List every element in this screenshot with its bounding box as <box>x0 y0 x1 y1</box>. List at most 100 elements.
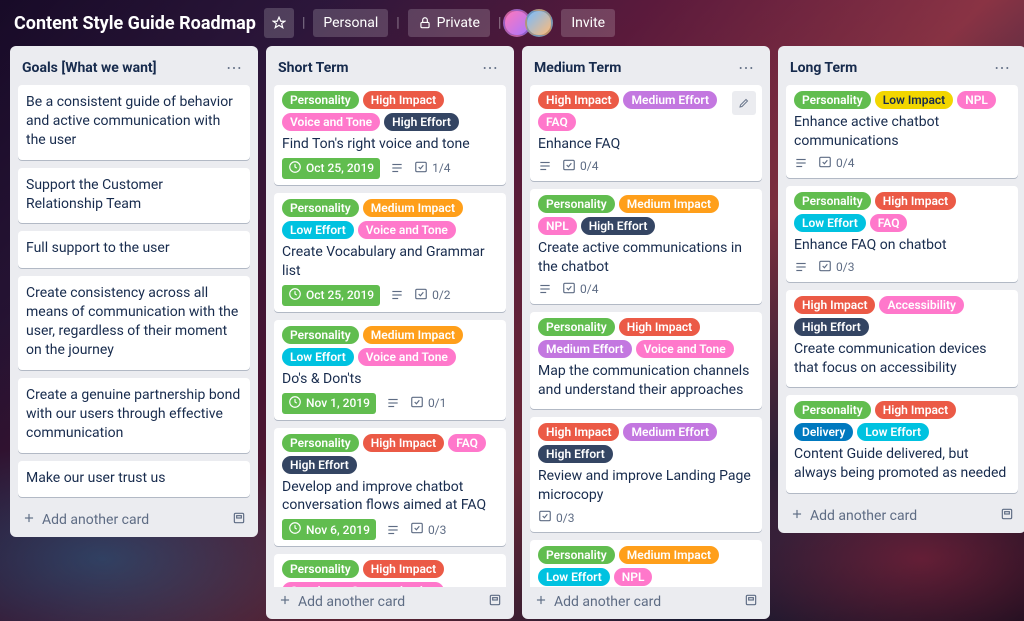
card[interactable]: High ImpactMedium EffortFAQEnhance FAQ0/… <box>530 85 762 181</box>
label[interactable]: Personality <box>538 546 615 564</box>
card[interactable]: PersonalityMedium ImpactNPLHigh EffortCr… <box>530 189 762 304</box>
label[interactable]: Medium Effort <box>623 91 717 109</box>
label[interactable]: Accessibility <box>879 296 964 314</box>
card[interactable]: Be a consistent guide of behavior and ac… <box>18 85 250 160</box>
label[interactable]: High Impact <box>875 401 956 419</box>
label[interactable]: High Impact <box>619 318 700 336</box>
list-menu-button[interactable]: ⋯ <box>734 56 758 79</box>
label[interactable]: High Impact <box>363 434 444 452</box>
label[interactable]: NPL <box>957 91 996 109</box>
label[interactable]: NPL <box>614 568 653 586</box>
label[interactable]: Voice and Tone <box>282 113 380 131</box>
label[interactable]: Voice and Tone <box>636 340 734 358</box>
add-card-button[interactable]: Add another card <box>22 511 149 529</box>
label[interactable]: Personality <box>794 401 871 419</box>
label[interactable]: High Effort <box>538 445 613 463</box>
label[interactable]: Low Effort <box>282 348 354 366</box>
card-template-button[interactable] <box>488 593 502 611</box>
list-menu-button[interactable]: ⋯ <box>222 56 246 79</box>
board-title[interactable]: Content Style Guide Roadmap <box>14 13 256 34</box>
card-template-button[interactable] <box>1000 507 1014 525</box>
edit-card-button[interactable] <box>732 91 756 115</box>
label[interactable]: Low Effort <box>857 423 929 441</box>
card[interactable]: PersonalityHigh ImpactFAQHigh EffortDeve… <box>274 428 506 547</box>
card[interactable]: Create consistency across all means of c… <box>18 276 250 370</box>
label[interactable]: Consistent Communication <box>282 582 444 587</box>
list-menu-button[interactable]: ⋯ <box>990 56 1014 79</box>
add-card-button[interactable]: Add another card <box>790 507 917 525</box>
label[interactable]: Personality <box>282 560 359 578</box>
card[interactable]: PersonalityHigh ImpactLow EffortFAQEnhan… <box>786 186 1018 282</box>
invite-button[interactable]: Invite <box>561 9 615 37</box>
label[interactable]: Personality <box>282 199 359 217</box>
label[interactable]: FAQ <box>448 434 486 452</box>
label[interactable]: Personality <box>282 434 359 452</box>
due-badge[interactable]: Nov 6, 2019 <box>282 519 376 540</box>
label[interactable]: High Effort <box>794 318 869 336</box>
label[interactable]: High Impact <box>794 296 875 314</box>
card-template-button[interactable] <box>744 593 758 611</box>
visibility-personal-button[interactable]: Personal <box>313 9 388 37</box>
plus-icon <box>790 507 804 525</box>
label[interactable]: NPL <box>538 217 577 235</box>
label[interactable]: Medium Effort <box>623 423 717 441</box>
due-badge[interactable]: Oct 25, 2019 <box>282 158 380 179</box>
label[interactable]: Medium Effort <box>538 340 632 358</box>
due-badge[interactable]: Nov 1, 2019 <box>282 393 376 414</box>
card[interactable]: PersonalityMedium Impact Low EffortVoice … <box>274 320 506 420</box>
label[interactable]: High Impact <box>538 423 619 441</box>
label[interactable]: Low Effort <box>282 221 354 239</box>
visibility-private-button[interactable]: Private <box>408 9 490 37</box>
card[interactable]: PersonalityMedium Impact Low EffortNPL <box>530 540 762 587</box>
card[interactable]: High ImpactAccessibilityHigh EffortCreat… <box>786 290 1018 388</box>
list-menu-button[interactable]: ⋯ <box>478 56 502 79</box>
label[interactable]: High Impact <box>538 91 619 109</box>
label[interactable]: High Effort <box>581 217 656 235</box>
label[interactable]: Delivery <box>794 423 853 441</box>
card[interactable]: Full support to the user <box>18 231 250 268</box>
card-template-button[interactable] <box>232 511 246 529</box>
label[interactable]: High Effort <box>282 456 357 474</box>
label[interactable]: Personality <box>794 192 871 210</box>
label[interactable]: Personality <box>538 318 615 336</box>
label[interactable]: Low Effort <box>794 214 866 232</box>
label[interactable]: FAQ <box>538 113 576 131</box>
label[interactable]: High Impact <box>875 192 956 210</box>
label[interactable]: Voice and Tone <box>358 348 456 366</box>
card[interactable]: PersonalityHigh Impact DeliveryLow Effort… <box>786 395 1018 493</box>
label[interactable]: High Impact <box>363 91 444 109</box>
label[interactable]: Medium Impact <box>363 326 463 344</box>
list-title[interactable]: Goals [What we want] <box>22 60 157 76</box>
card[interactable]: Support the Customer Relationship Team <box>18 168 250 224</box>
label[interactable]: Personality <box>794 91 871 109</box>
label[interactable]: Medium Impact <box>619 546 719 564</box>
star-button[interactable] <box>264 8 294 38</box>
card[interactable]: PersonalityMedium Impact Low EffortVoice … <box>274 193 506 312</box>
label[interactable]: Personality <box>538 195 615 213</box>
label[interactable]: Personality <box>282 326 359 344</box>
card[interactable]: PersonalityHigh Impact Medium EffortVoice… <box>530 312 762 410</box>
label[interactable]: Medium Impact <box>619 195 719 213</box>
card[interactable]: PersonalityHigh Impact Consistent Communi… <box>274 554 506 587</box>
add-card-button[interactable]: Add another card <box>278 593 405 611</box>
list-title[interactable]: Long Term <box>790 60 857 76</box>
card[interactable]: PersonalityHigh Impact Voice and ToneHigh… <box>274 85 506 185</box>
member-avatars[interactable] <box>509 9 553 37</box>
list-title[interactable]: Short Term <box>278 60 349 76</box>
label[interactable]: Voice and Tone <box>358 221 456 239</box>
label[interactable]: FAQ <box>870 214 908 232</box>
avatar[interactable] <box>525 9 553 37</box>
label[interactable]: High Impact <box>363 560 444 578</box>
add-card-button[interactable]: Add another card <box>534 593 661 611</box>
label[interactable]: Medium Impact <box>363 199 463 217</box>
card[interactable]: High ImpactMedium EffortHigh EffortRevie… <box>530 417 762 532</box>
card[interactable]: Make our user trust us <box>18 461 250 498</box>
card[interactable]: PersonalityLow ImpactNPLEnhance active c… <box>786 85 1018 178</box>
label[interactable]: Personality <box>282 91 359 109</box>
label[interactable]: Low Impact <box>875 91 953 109</box>
label[interactable]: High Effort <box>384 113 459 131</box>
card[interactable]: Create a genuine partnership bond with o… <box>18 378 250 453</box>
list-title[interactable]: Medium Term <box>534 60 621 76</box>
label[interactable]: Low Effort <box>538 568 610 586</box>
due-badge[interactable]: Oct 25, 2019 <box>282 285 380 306</box>
